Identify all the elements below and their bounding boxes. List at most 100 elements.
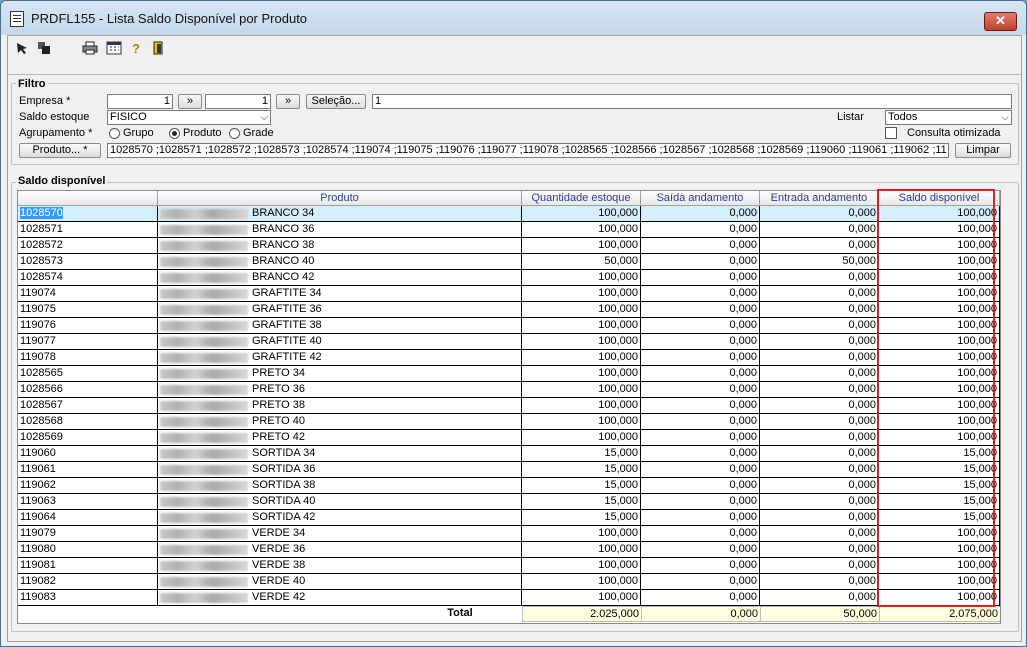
- cell-value: 119082: [20, 575, 56, 587]
- cell-value: 100,000: [957, 303, 997, 315]
- cell-value: 100,000: [957, 271, 997, 283]
- copy-icon[interactable]: [36, 41, 52, 57]
- cell-value: 100,000: [957, 255, 997, 267]
- close-button[interactable]: ✕: [984, 12, 1017, 31]
- cell-value: 0,000: [729, 527, 757, 539]
- produto-button[interactable]: Produto... *: [19, 143, 101, 158]
- cell-value: 0,000: [848, 399, 876, 411]
- cell-value: 100,000: [957, 383, 997, 395]
- limpar-button[interactable]: Limpar: [955, 143, 1011, 158]
- print-icon[interactable]: [82, 41, 98, 57]
- cell-desc: SORTIDA 40: [158, 494, 522, 510]
- cell-qtd: 15,000: [522, 462, 641, 478]
- saldo-estoque-label: Saldo estoque: [19, 111, 90, 123]
- cell-value: 1028573: [20, 255, 63, 267]
- cell-saldo: 100,000: [879, 382, 1000, 398]
- empresa-to-input[interactable]: 1: [205, 94, 271, 109]
- table-row[interactable]: 119079 VERDE 34 100,000 0,000 0,000 100,000: [18, 526, 1000, 542]
- redacted-description: [160, 369, 248, 379]
- table-row[interactable]: 1028565 PRETO 34 100,000 0,000 0,000 100,000: [18, 366, 1000, 382]
- table-row[interactable]: 1028569 PRETO 42 100,000 0,000 0,000 100,000: [18, 430, 1000, 446]
- col-header-code[interactable]: [18, 191, 158, 206]
- cell-value: 100,000: [598, 591, 638, 603]
- redacted-description: [160, 273, 248, 283]
- product-variant: VERDE 38: [252, 559, 306, 571]
- cell-saida: 0,000: [641, 350, 760, 366]
- cell-value: 119062: [20, 479, 56, 491]
- cell-value: 100,000: [957, 223, 997, 235]
- radio-produto-label: Produto: [183, 127, 222, 139]
- cell-saida: 0,000: [641, 382, 760, 398]
- table-row[interactable]: 1028572 BRANCO 38 100,000 0,000 0,000 100,000: [18, 238, 1000, 254]
- cell-code: 119076: [18, 318, 158, 334]
- cell-value: 15,000: [604, 495, 638, 507]
- cell-saida: 0,000: [641, 366, 760, 382]
- table-row[interactable]: 119076 GRAFTITE 38 100,000 0,000 0,000 100,00…: [18, 318, 1000, 334]
- cell-entrada: 0,000: [760, 446, 879, 462]
- col-header-quantidade[interactable]: Quantidade estoque: [522, 191, 641, 206]
- cell-value: 0,000: [848, 335, 876, 347]
- arrow-icon[interactable]: [14, 41, 30, 57]
- cell-value: 0,000: [729, 367, 757, 379]
- cell-value: 1028574: [20, 271, 63, 283]
- table-row[interactable]: 1028567 PRETO 38 100,000 0,000 0,000 100,000: [18, 398, 1000, 414]
- table-row[interactable]: 1028574 BRANCO 42 100,000 0,000 0,000 100,000: [18, 270, 1000, 286]
- cell-code: 1028569: [18, 430, 158, 446]
- col-header-entrada[interactable]: Entrada andamento: [760, 191, 879, 206]
- cell-value: 119074: [20, 287, 56, 299]
- empresa-from-input[interactable]: 1: [107, 94, 173, 109]
- cell-saldo: 100,000: [879, 574, 1000, 590]
- table-row[interactable]: 119074 GRAFTITE 34 100,000 0,000 0,000 100,00…: [18, 286, 1000, 302]
- table-row[interactable]: 1028566 PRETO 36 100,000 0,000 0,000 100,000: [18, 382, 1000, 398]
- produto-list-input[interactable]: 1028570 ;1028571 ;1028572 ;1028573 ;1028…: [107, 143, 949, 158]
- cell-entrada: 0,000: [760, 350, 879, 366]
- saldo-estoque-select[interactable]: FISICO ⌵: [107, 110, 271, 125]
- table-row[interactable]: 119075 GRAFTITE 36 100,000 0,000 0,000 100,00…: [18, 302, 1000, 318]
- selecao-input[interactable]: 1: [372, 94, 1012, 109]
- table-row[interactable]: 1028573 BRANCO 40 50,000 0,000 50,000 100,000: [18, 254, 1000, 270]
- empresa-to-lookup-button[interactable]: »: [276, 94, 300, 109]
- table-row[interactable]: 119080 VERDE 36 100,000 0,000 0,000 100,000: [18, 542, 1000, 558]
- total-label: Total: [398, 606, 522, 622]
- col-header-saldo[interactable]: Saldo disponível: [879, 191, 1000, 206]
- redacted-description: [160, 257, 248, 267]
- cell-saida: 0,000: [641, 286, 760, 302]
- cell-value: 0,000: [729, 543, 757, 555]
- table-row[interactable]: 119062 SORTIDA 38 15,000 0,000 0,000 15,000: [18, 478, 1000, 494]
- table-row[interactable]: 119061 SORTIDA 36 15,000 0,000 0,000 15,000: [18, 462, 1000, 478]
- cell-entrada: 0,000: [760, 510, 879, 526]
- cell-desc: SORTIDA 42: [158, 510, 522, 526]
- table-row[interactable]: 1028568 PRETO 40 100,000 0,000 0,000 100,000: [18, 414, 1000, 430]
- exit-icon[interactable]: [150, 41, 166, 57]
- help-icon[interactable]: ?: [128, 41, 144, 57]
- selecao-button[interactable]: Seleção...: [306, 94, 366, 109]
- cell-qtd: 100,000: [522, 270, 641, 286]
- table-row[interactable]: 119078 GRAFTITE 42 100,000 0,000 0,000 100,00…: [18, 350, 1000, 366]
- redacted-description: [160, 401, 248, 411]
- table-row[interactable]: 119064 SORTIDA 42 15,000 0,000 0,000 15,000: [18, 510, 1000, 526]
- cell-value: 0,000: [729, 223, 757, 235]
- radio-produto[interactable]: [169, 128, 180, 139]
- table-row[interactable]: 1028570 BRANCO 34 100,000 0,000 0,000 100,000: [18, 206, 1000, 222]
- col-header-saida[interactable]: Saída andamento: [641, 191, 760, 206]
- table-row[interactable]: 119063 SORTIDA 40 15,000 0,000 0,000 15,000: [18, 494, 1000, 510]
- cell-value: 0,000: [729, 319, 757, 331]
- radio-grupo[interactable]: [109, 128, 120, 139]
- col-header-produto[interactable]: Produto: [158, 191, 522, 206]
- cell-value: 1028571: [20, 223, 63, 235]
- cell-desc: BRANCO 36: [158, 222, 522, 238]
- table-row[interactable]: 119060 SORTIDA 34 15,000 0,000 0,000 15,000: [18, 446, 1000, 462]
- empresa-from-lookup-button[interactable]: »: [178, 94, 202, 109]
- consulta-otimizada-checkbox[interactable]: [885, 127, 897, 139]
- table-row[interactable]: 119082 VERDE 40 100,000 0,000 0,000 100,000: [18, 574, 1000, 590]
- radio-grade[interactable]: [229, 128, 240, 139]
- calendar-icon[interactable]: [106, 41, 122, 57]
- cell-value: 0,000: [848, 367, 876, 379]
- cell-qtd: 100,000: [522, 414, 641, 430]
- table-row[interactable]: 119081 VERDE 38 100,000 0,000 0,000 100,000: [18, 558, 1000, 574]
- table-row[interactable]: 1028571 BRANCO 36 100,000 0,000 0,000 100,000: [18, 222, 1000, 238]
- table-row[interactable]: 119083 VERDE 42 100,000 0,000 0,000 100,000: [18, 590, 1000, 606]
- listar-select[interactable]: Todos ⌵: [885, 110, 1012, 125]
- redacted-description: [160, 577, 248, 587]
- table-row[interactable]: 119077 GRAFTITE 40 100,000 0,000 0,000 100,00…: [18, 334, 1000, 350]
